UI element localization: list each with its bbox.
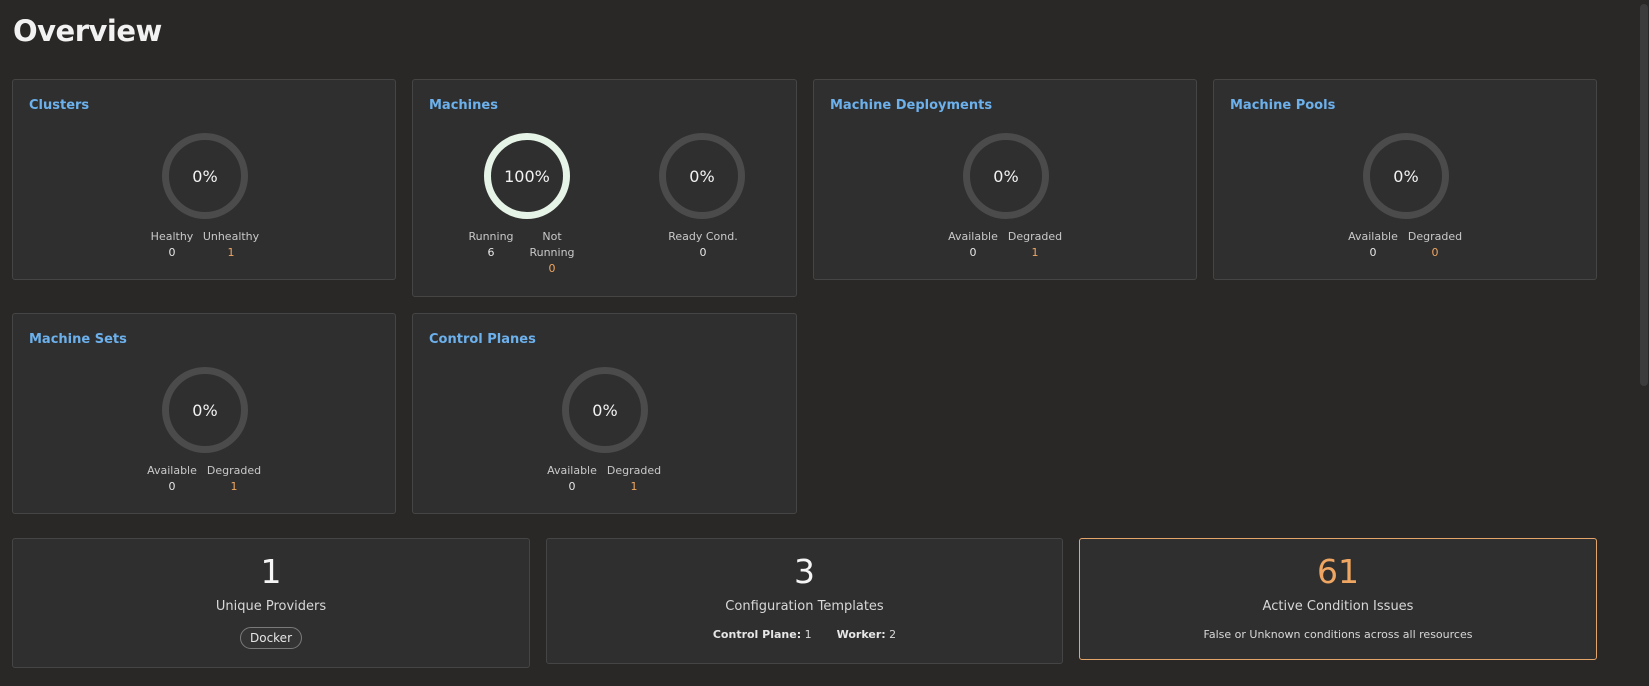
clusters-card: Clusters 0% Healthy 0 Unhealthy 1 (12, 79, 396, 280)
clusters-stat-healthy: Healthy 0 (140, 229, 204, 259)
machine-pools-card: Machine Pools 0% Available 0 Degraded 0 (1213, 79, 1597, 280)
stat-value: 1 (1031, 246, 1039, 259)
control-planes-ring: 0% (562, 367, 648, 453)
machine-pools-title-link[interactable]: Machine Pools (1230, 98, 1335, 113)
stat-label: Degraded (1007, 230, 1063, 243)
issues-count: 61 (1317, 552, 1359, 591)
stat-label: Unhealthy (202, 230, 260, 243)
machine-pools-stat-available: Available 0 (1341, 229, 1405, 259)
control-planes-ring-value: 0% (592, 400, 618, 420)
control-planes-title-link[interactable]: Control Planes (429, 332, 536, 347)
stat-label: Healthy (150, 230, 194, 243)
stat-value: 0 (568, 480, 576, 493)
page-scrollbar[interactable] (1637, 0, 1649, 686)
stat-value: 0 (1431, 246, 1439, 259)
stat-value: 0 (699, 246, 707, 259)
control-planes-stat-degraded: Degraded 1 (602, 463, 666, 493)
machines-stat-ready-cond: Ready Cond. 0 (666, 229, 740, 259)
clusters-title-link[interactable]: Clusters (29, 98, 89, 113)
clusters-stat-unhealthy: Unhealthy 1 (199, 229, 263, 259)
machines-card: Machines 100% 0% Running 6 Not Running 0… (412, 79, 797, 297)
stat-label: Available (1348, 230, 1398, 243)
machine-deployments-stat-degraded: Degraded 1 (1003, 229, 1067, 259)
unique-providers-card: 1 Unique Providers Docker (12, 538, 530, 668)
machine-sets-title-link[interactable]: Machine Sets (29, 332, 127, 347)
stat-value: 0 (969, 246, 977, 259)
stat-label: Available (147, 464, 197, 477)
machine-pools-ring: 0% (1363, 133, 1449, 219)
machine-pools-ring-value: 0% (1393, 166, 1419, 186)
templates-breakdown: Control Plane: 1 Worker: 2 (547, 628, 1062, 641)
stat-label: Available (948, 230, 998, 243)
worker-label: Worker: (836, 628, 886, 641)
stat-value: 0 (168, 480, 176, 493)
stat-value: 1 (230, 480, 238, 493)
control-plane-label: Control Plane: (712, 628, 802, 641)
stat-value: 1 (227, 246, 235, 259)
templates-label: Configuration Templates (725, 599, 884, 614)
machines-stat-not-running: Not Running 0 (528, 229, 576, 275)
machines-ready-ring-value: 0% (689, 166, 715, 186)
control-planes-card: Control Planes 0% Available 0 Degraded 1 (412, 313, 797, 514)
templates-count: 3 (794, 552, 815, 591)
stat-label: Degraded (1407, 230, 1463, 243)
machine-deployments-title-link[interactable]: Machine Deployments (830, 98, 992, 113)
stat-label: Degraded (606, 464, 662, 477)
machine-sets-stat-available: Available 0 (140, 463, 204, 493)
page-title: Overview (13, 14, 162, 48)
machines-stat-running: Running 6 (459, 229, 523, 259)
stat-label: Ready Cond. (668, 230, 738, 243)
issues-label: Active Condition Issues (1262, 599, 1414, 614)
machines-running-ring: 100% (484, 133, 570, 219)
issues-subtitle: False or Unknown conditions across all r… (1203, 628, 1473, 641)
stat-value: 0 (548, 262, 556, 275)
scrollbar-thumb[interactable] (1640, 4, 1648, 386)
machine-deployments-ring-value: 0% (993, 166, 1019, 186)
clusters-ring: 0% (162, 133, 248, 219)
clusters-ring-value: 0% (192, 166, 218, 186)
machine-sets-ring-value: 0% (192, 400, 218, 420)
worker-value: 2 (889, 628, 897, 641)
machine-sets-card: Machine Sets 0% Available 0 Degraded 1 (12, 313, 396, 514)
provider-badge-docker[interactable]: Docker (239, 627, 303, 649)
stat-value: 1 (630, 480, 638, 493)
machines-running-ring-value: 100% (504, 166, 550, 186)
stat-label: Degraded (206, 464, 262, 477)
control-planes-stat-available: Available 0 (540, 463, 604, 493)
machine-sets-ring: 0% (162, 367, 248, 453)
stat-label: Running (468, 230, 514, 243)
machine-pools-stat-degraded: Degraded 0 (1403, 229, 1467, 259)
active-condition-issues-card[interactable]: 61 Active Condition Issues False or Unkn… (1079, 538, 1597, 660)
stat-value: 0 (1369, 246, 1377, 259)
stat-value: 6 (487, 246, 495, 259)
machine-deployments-card: Machine Deployments 0% Available 0 Degra… (813, 79, 1197, 280)
machines-title-link[interactable]: Machines (429, 98, 498, 113)
providers-count: 1 (260, 552, 282, 591)
machine-sets-stat-degraded: Degraded 1 (202, 463, 266, 493)
control-plane-value: 1 (804, 628, 812, 641)
machine-deployments-stat-available: Available 0 (941, 229, 1005, 259)
providers-label: Unique Providers (215, 599, 327, 614)
configuration-templates-card: 3 Configuration Templates Control Plane:… (546, 538, 1063, 664)
stat-label: Available (547, 464, 597, 477)
machines-ready-ring: 0% (659, 133, 745, 219)
machine-deployments-ring: 0% (963, 133, 1049, 219)
stat-label: Not Running (529, 230, 575, 259)
stat-value: 0 (168, 246, 176, 259)
